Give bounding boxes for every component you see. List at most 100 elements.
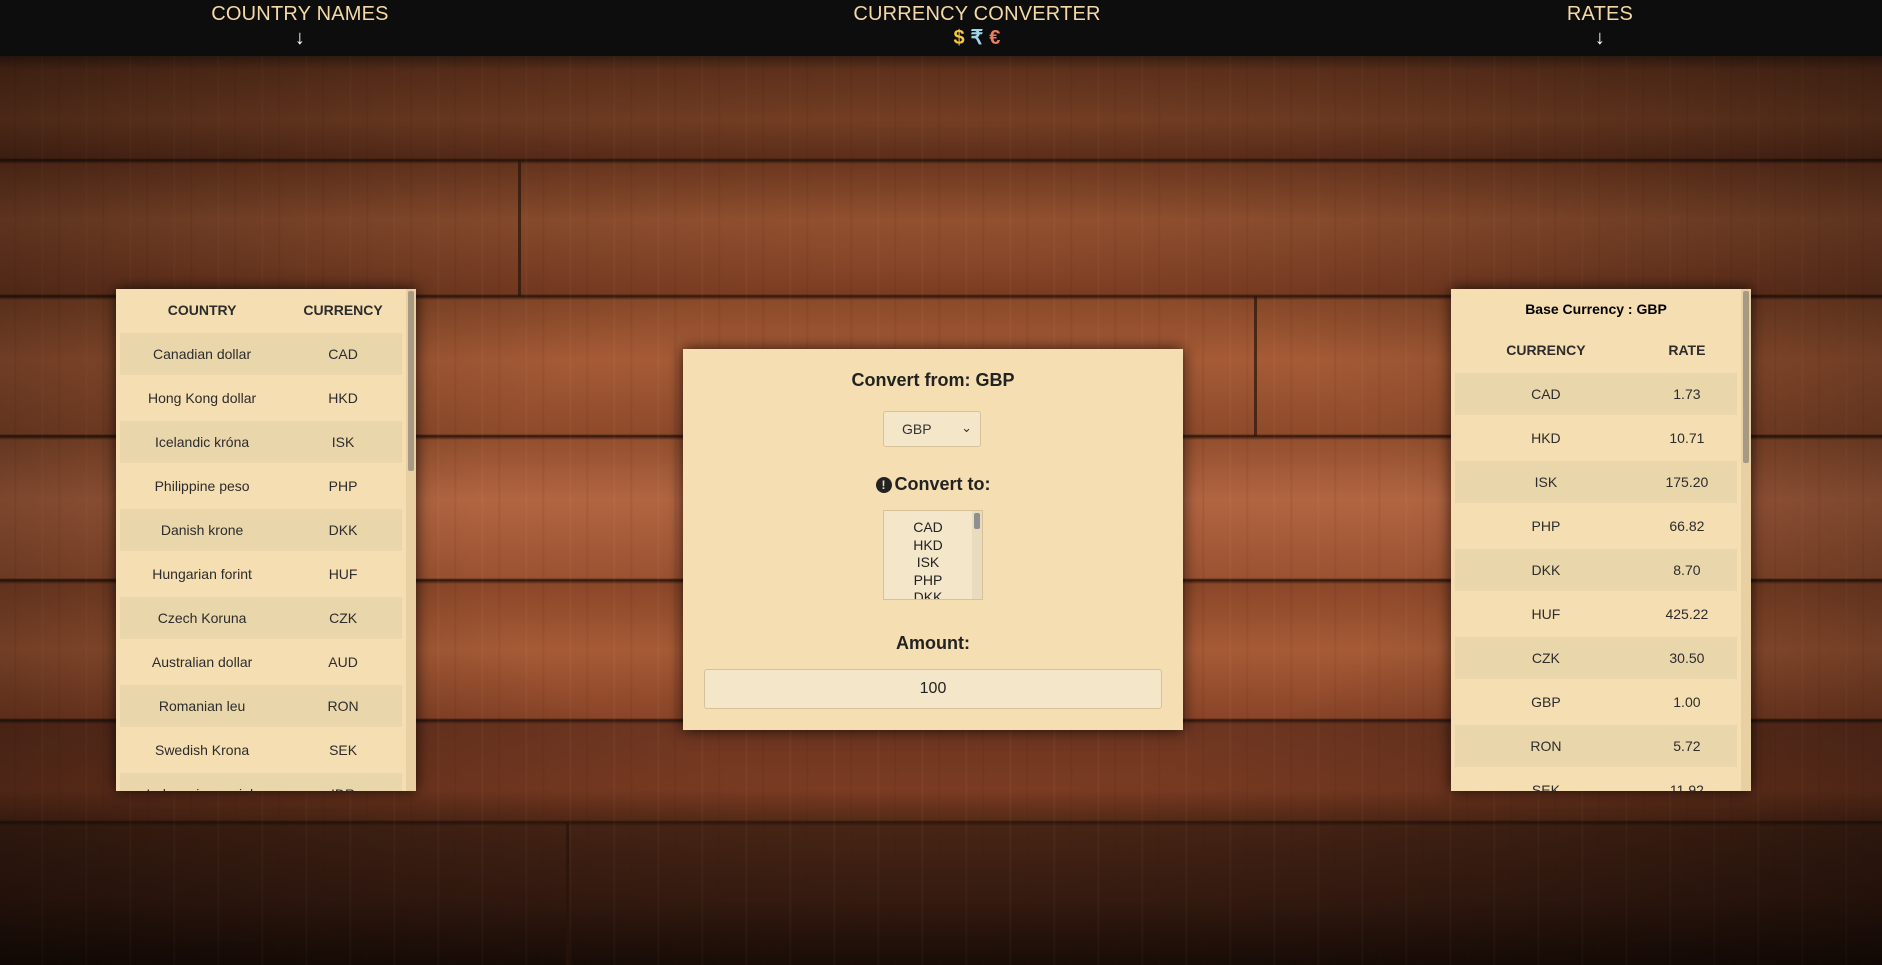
currency-code: SEK <box>284 727 402 772</box>
table-row: SEK 11.92 <box>1455 767 1737 791</box>
country-column-header: COUNTRY <box>167 302 237 318</box>
currency-column-header: CURRENCY <box>303 302 383 318</box>
table-row: ISK 175.20 <box>1455 459 1737 504</box>
currency-converter-header: CURRENCY CONVERTER $ ₹ € <box>841 3 1113 48</box>
table-row: Swedish Krona SEK <box>120 727 402 772</box>
table-row: Romanian leu RON <box>120 683 402 728</box>
table-row: DKK 8.70 <box>1455 547 1737 592</box>
rate-value: 175.20 <box>1636 459 1737 504</box>
table-row: Indonesian rupiahIDR <box>120 771 402 791</box>
country-names-title: COUNTRY NAMES <box>211 3 389 25</box>
currency-code: ISK <box>284 419 402 464</box>
rates-header: RATES ↓ <box>1540 3 1660 48</box>
currency-code: IDR <box>284 771 402 791</box>
listbox-scrollbar[interactable] <box>972 511 982 599</box>
top-bar: COUNTRY NAMES ↓ CURRENCY CONVERTER $ ₹ €… <box>0 0 1882 56</box>
currency-code: ISK <box>1455 459 1637 504</box>
info-icon: ! <box>875 477 892 493</box>
listbox-option[interactable]: ISK <box>884 554 972 572</box>
selected-currency: GBP <box>902 421 932 437</box>
currency-column-header: CURRENCY <box>1506 342 1586 358</box>
currency-symbols: $ ₹ € <box>841 28 1113 48</box>
currency-code: HUF <box>1455 591 1637 636</box>
rate-value: 66.82 <box>1636 503 1737 548</box>
currency-code: DKK <box>284 507 402 552</box>
currency-code: GBP <box>1455 679 1637 724</box>
rate-value: 1.00 <box>1636 679 1737 724</box>
country-name: Swedish Krona <box>120 727 285 772</box>
rate-value: 8.70 <box>1636 547 1737 592</box>
table-row: RON 5.72 <box>1455 723 1737 768</box>
rate-value: 30.50 <box>1636 635 1737 680</box>
table-row: Danish krone DKK <box>120 507 402 552</box>
country-name: Philippine peso <box>120 463 285 508</box>
table-row: Canadian dollar CAD <box>120 331 402 376</box>
listbox-option[interactable]: CAD <box>884 519 972 537</box>
converter-panel: Convert from: GBP GBP ⌄ ! Convert to: CAD… <box>683 349 1183 730</box>
rate-value: 5.72 <box>1636 723 1737 768</box>
country-name: Hong Kong dollar <box>120 375 285 420</box>
convert-to-label: Convert to: <box>894 474 991 494</box>
convert-from-select[interactable]: GBP ⌄ <box>883 411 981 447</box>
currency-code: RON <box>1455 723 1637 768</box>
base-currency-caption: Base Currency : GBP <box>1525 301 1667 317</box>
table-row: Hong Kong dollar HKD <box>120 375 402 420</box>
currency-code: HUF <box>284 551 402 596</box>
countries-scrollbar[interactable] <box>406 289 416 791</box>
country-name: Romanian leu <box>120 683 285 728</box>
convert-to-listbox[interactable]: CAD HKD ISK PHP DKK <box>883 510 983 600</box>
table-row: HKD 10.71 <box>1455 415 1737 460</box>
dollar-icon: $ <box>953 27 965 49</box>
amount-label: Amount: <box>896 633 970 653</box>
convert-from-label: Convert from: GBP <box>851 370 1015 390</box>
rates-scrollbar[interactable] <box>1741 289 1751 791</box>
plank-seam <box>566 822 569 965</box>
rate-value: 425.22 <box>1636 591 1737 636</box>
convert-to-heading: ! Convert to: <box>683 474 1183 495</box>
currency-code: CAD <box>1455 371 1637 416</box>
table-row: PHP 66.82 <box>1455 503 1737 548</box>
country-name: Danish krone <box>120 507 285 552</box>
chevron-down-icon: ⌄ <box>961 420 972 435</box>
table-row: GBP 1.00 <box>1455 679 1737 724</box>
currency-code: SEK <box>1455 767 1637 791</box>
country-name: Hungarian forint <box>120 551 285 596</box>
currency-code: DKK <box>1455 547 1637 592</box>
currency-code: CZK <box>1455 635 1637 680</box>
country-name: Indonesian rupiah <box>120 771 285 791</box>
scrollbar-thumb[interactable] <box>1743 291 1749 463</box>
rates-panel[interactable]: Base Currency : GBP CURRENCY RATE CAD 1.7… <box>1451 289 1751 791</box>
down-arrow-icon: ↓ <box>294 27 306 49</box>
listbox-option[interactable]: DKK <box>884 589 972 599</box>
amount-input[interactable]: 100 <box>704 669 1162 709</box>
euro-icon: € <box>989 27 1001 49</box>
table-row: Czech Koruna CZK <box>120 595 402 640</box>
currency-code: HKD <box>1455 415 1637 460</box>
rupee-icon: ₹ <box>970 27 984 49</box>
currency-code: PHP <box>1455 503 1637 548</box>
country-name: Canadian dollar <box>120 331 285 376</box>
rate-value: 11.92 <box>1636 767 1737 791</box>
currency-code: CAD <box>284 331 402 376</box>
listbox-option[interactable]: HKD <box>884 537 972 555</box>
table-row: Hungarian forint HUF <box>120 551 402 596</box>
app-title: CURRENCY CONVERTER <box>853 3 1101 25</box>
countries-panel[interactable]: COUNTRY CURRENCY Canadian dollar CAD Hong… <box>116 289 416 791</box>
scrollbar-thumb[interactable] <box>974 513 980 529</box>
listbox-option[interactable]: PHP <box>884 572 972 590</box>
table-row: Philippine peso PHP <box>120 463 402 508</box>
rate-column-header: RATE <box>1668 342 1706 358</box>
plank-seam <box>1254 296 1257 436</box>
table-row: CZK 30.50 <box>1455 635 1737 680</box>
currency-code: PHP <box>284 463 402 508</box>
scrollbar-thumb[interactable] <box>408 291 414 471</box>
down-arrow-icon: ↓ <box>1594 27 1606 49</box>
table-row: HUF 425.22 <box>1455 591 1737 636</box>
rate-value: 10.71 <box>1636 415 1737 460</box>
currency-code: AUD <box>284 639 402 684</box>
table-row: CAD 1.73 <box>1455 371 1737 416</box>
country-name: Czech Koruna <box>120 595 285 640</box>
countries-table: COUNTRY CURRENCY Canadian dollar CAD Hong… <box>120 289 402 791</box>
currency-code: HKD <box>284 375 402 420</box>
country-name: Australian dollar <box>120 639 285 684</box>
